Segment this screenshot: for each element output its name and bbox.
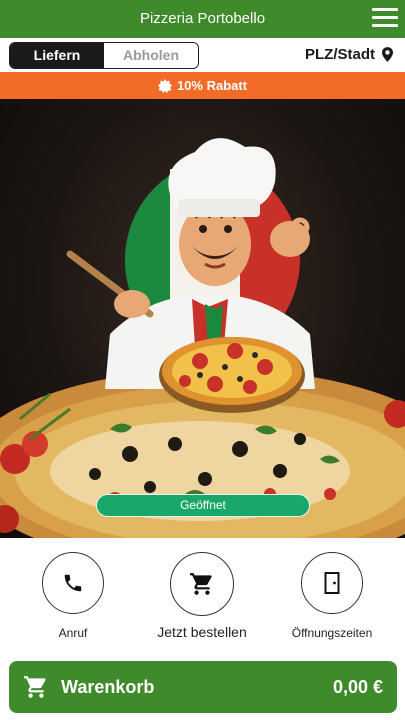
location-label: PLZ/Stadt (305, 46, 375, 63)
promo-text: 10% Rabatt (176, 78, 248, 93)
delivery-tab[interactable]: Liefern (10, 43, 104, 68)
order-mode-bar: Liefern Abholen PLZ/Stadt (0, 38, 405, 72)
hours-action[interactable]: Öffnungszeiten (272, 552, 392, 640)
app-title: Pizzeria Portobello (139, 10, 266, 27)
door-icon (324, 572, 340, 594)
badge-icon (157, 78, 172, 93)
order-button[interactable] (170, 552, 234, 616)
call-button[interactable] (42, 552, 104, 614)
cart-total: 0,00 € (332, 676, 383, 697)
cart-icon (24, 676, 46, 698)
hours-button[interactable] (301, 552, 363, 614)
cart-bar[interactable]: Warenkorb 0,00 € (9, 661, 397, 713)
order-label: Jetzt bestellen (157, 624, 247, 640)
hours-label: Öffnungszeiten (291, 626, 373, 640)
order-action[interactable]: Jetzt bestellen (142, 552, 262, 640)
hamburger-icon[interactable] (372, 8, 398, 30)
quick-actions: Anruf Jetzt bestellen Öffnungszeiten (0, 538, 405, 654)
order-mode-toggle: Liefern Abholen (9, 42, 199, 69)
cart-label: Warenkorb (61, 676, 155, 697)
phone-icon (64, 574, 82, 592)
pickup-tab[interactable]: Abholen (104, 43, 198, 68)
call-label: Anruf (58, 626, 88, 640)
chef-pizza-illustration (0, 138, 405, 538)
location-selector[interactable]: PLZ/Stadt (305, 46, 393, 63)
top-bar: Pizzeria Portobello (0, 0, 405, 38)
map-pin-icon (382, 47, 393, 62)
cart-icon (190, 573, 212, 595)
open-status-badge: Geöffnet (96, 494, 310, 517)
hero-image: Geöffnet (0, 99, 405, 538)
promo-banner: 10% Rabatt (0, 72, 405, 99)
call-action[interactable]: Anruf (13, 552, 133, 640)
